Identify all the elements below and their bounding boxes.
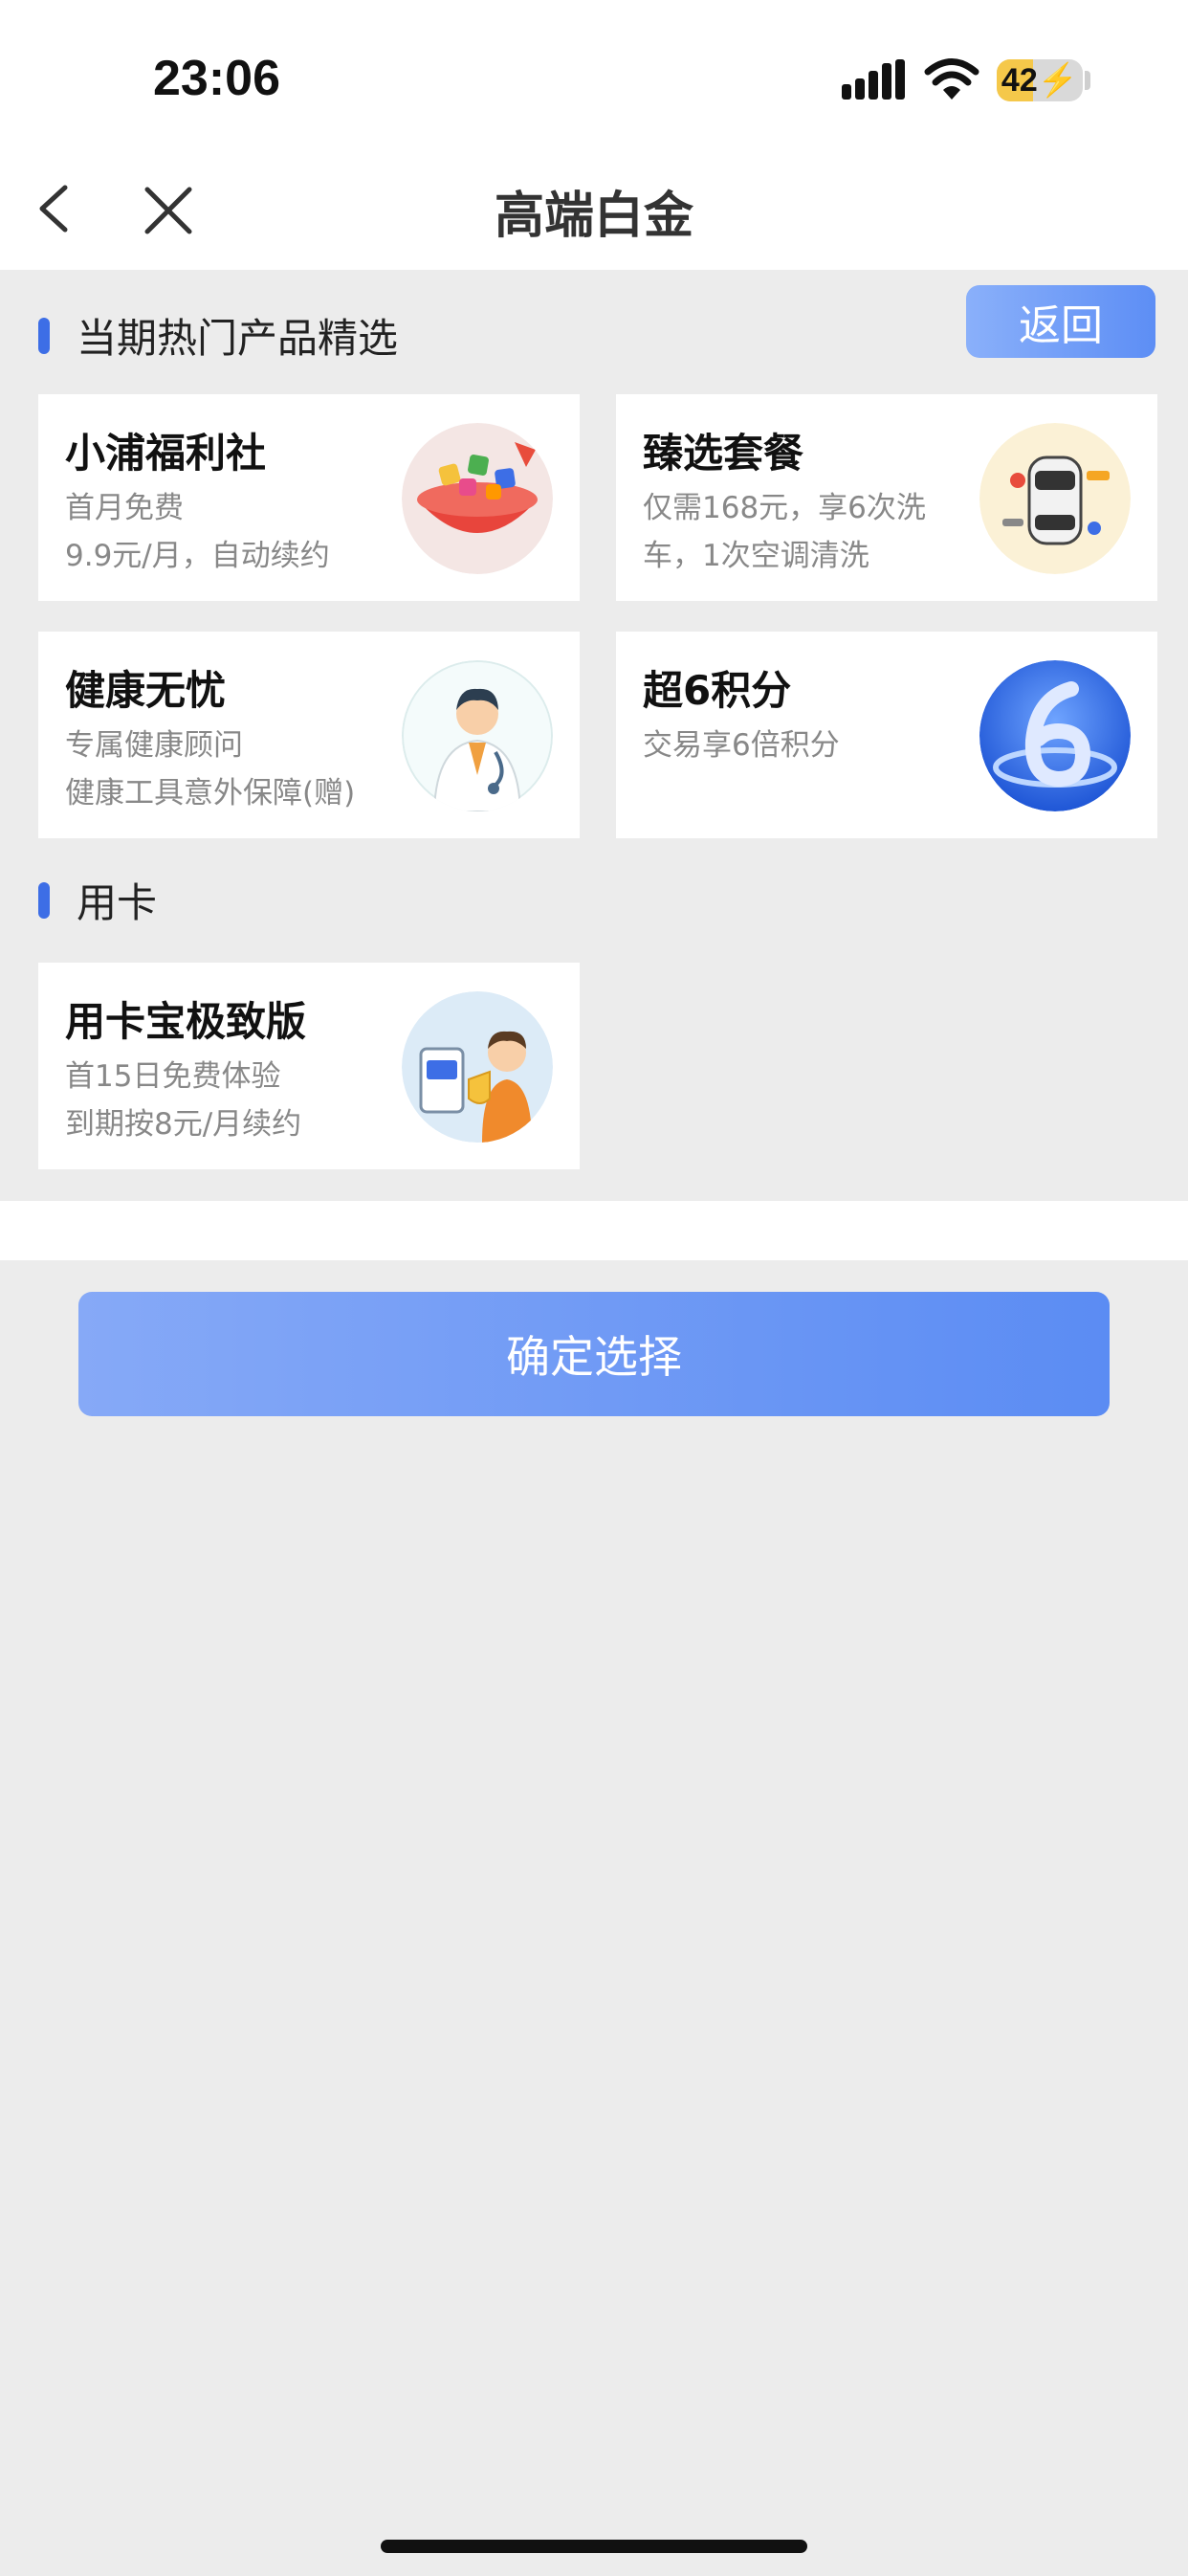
doctor-image — [402, 660, 553, 811]
card-desc-line: 到期按8元/月续约 — [65, 1107, 302, 1142]
status-bar: 23:06 42 ⚡ — [0, 0, 1188, 163]
card-desc-line: 健康工具意外保障(赠) — [65, 776, 356, 811]
battery-icon: 42 ⚡ — [997, 59, 1083, 101]
car-service-image — [979, 423, 1131, 574]
card-title: 用卡宝极致版 — [65, 998, 307, 1045]
card-title: 健康无忧 — [65, 667, 227, 714]
card-title: 超6积分 — [643, 667, 792, 714]
section-marker — [38, 882, 50, 919]
card-description: 首15日免费体验 到期按8元/月续约 — [65, 1053, 390, 1148]
card-protection-image — [402, 991, 553, 1143]
product-card-package[interactable]: 臻选套餐 仅需168元，享6次洗 车，1次空调清洗 — [616, 394, 1157, 601]
divider-strip — [0, 1201, 1188, 1260]
card-desc-line: 首15日免费体验 — [65, 1059, 281, 1094]
card-desc-line: 车，1次空调清洗 — [643, 539, 869, 573]
signal-icon — [842, 59, 905, 100]
product-card-health[interactable]: 健康无忧 专属健康顾问 健康工具意外保障(赠) — [38, 632, 580, 838]
section-marker — [38, 318, 50, 354]
card-desc-line: 交易享6倍积分 — [643, 728, 840, 763]
battery-tip — [1085, 71, 1090, 90]
card-desc-line: 专属健康顾问 — [65, 728, 243, 763]
card-desc-line: 9.9元/月，自动续约 — [65, 539, 330, 573]
card-title: 臻选套餐 — [643, 430, 804, 477]
card-title: 小浦福利社 — [65, 430, 267, 477]
number-six-image — [979, 660, 1131, 811]
section-title-card-usage: 用卡 — [77, 879, 158, 926]
wifi-icon — [924, 58, 979, 100]
status-time: 23:06 — [153, 51, 280, 106]
product-card-welfare[interactable]: 小浦福利社 首月免费 9.9元/月，自动续约 — [38, 394, 580, 601]
nav-bar: 高端白金 — [0, 163, 1188, 270]
card-desc-line: 仅需168元，享6次洗 — [643, 491, 926, 525]
card-description: 仅需168元，享6次洗 车，1次空调清洗 — [643, 484, 968, 580]
close-icon[interactable] — [140, 182, 197, 239]
product-card-points[interactable]: 超6积分 交易享6倍积分 — [616, 632, 1157, 838]
gift-bowl-image — [402, 423, 553, 574]
home-indicator[interactable] — [381, 2540, 807, 2553]
section-title-hot-products: 当期热门产品精选 — [77, 315, 399, 362]
battery-level: 42 ⚡ — [1001, 61, 1079, 100]
card-description: 专属健康顾问 健康工具意外保障(赠) — [65, 722, 390, 817]
return-button[interactable]: 返回 — [966, 285, 1155, 358]
product-card-card-protection[interactable]: 用卡宝极致版 首15日免费体验 到期按8元/月续约 — [38, 963, 580, 1169]
card-description: 首月免费 9.9元/月，自动续约 — [65, 484, 390, 580]
card-desc-line: 首月免费 — [65, 491, 184, 525]
card-description: 交易享6倍积分 — [643, 722, 968, 769]
confirm-selection-button[interactable]: 确定选择 — [78, 1292, 1110, 1416]
